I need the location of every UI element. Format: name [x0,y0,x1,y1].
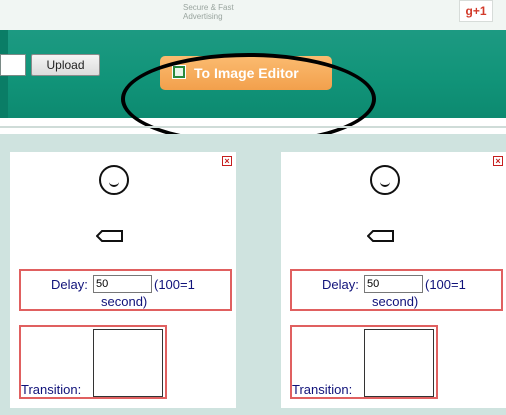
frames-workspace: × Delay: 50 (100=1 second) Transition: × [0,134,506,415]
tag-shape-icon [96,230,123,242]
smiley-icon [370,165,400,195]
smiley-icon [99,165,129,195]
frame-thumbnail[interactable] [337,152,437,252]
delay-hint-second: second) [101,294,148,309]
transition-box: Transition: [19,325,167,399]
google-plus-button[interactable]: g+1 [459,0,493,22]
delay-label: Delay: [51,277,88,292]
delay-hint: (100=1 [425,277,466,292]
delay-box: Delay: 50 (100=1 second) [19,269,232,311]
frame-panel: × Delay: 50 (100=1 second) Transition: [281,152,506,408]
ad-line-1: Secure & Fast [183,3,234,12]
header-bar: Upload To Image Editor [0,30,506,145]
transition-select[interactable] [364,329,434,397]
file-input[interactable] [0,54,26,76]
ad-strip: Secure & Fast Advertising g+1 [0,0,506,30]
frame-panel: × Delay: 50 (100=1 second) Transition: [10,152,236,408]
delay-hint: (100=1 [154,277,195,292]
delay-input[interactable]: 50 [364,275,423,293]
divider [0,126,506,128]
transition-label: Transition: [21,382,82,397]
ad-line-2: Advertising [183,12,223,21]
close-icon[interactable]: × [493,156,503,166]
tag-shape-icon [367,230,394,242]
transition-select[interactable] [93,329,163,397]
delay-hint-second: second) [372,294,419,309]
transition-label: Transition: [292,382,353,397]
highlight-circle [121,53,376,145]
delay-input[interactable]: 50 [93,275,152,293]
close-icon[interactable]: × [222,156,232,166]
transition-box: Transition: [290,325,438,399]
frame-thumbnail[interactable] [66,152,166,252]
delay-box: Delay: 50 (100=1 second) [290,269,503,311]
ad-text[interactable]: Secure & Fast Advertising [183,3,234,21]
delay-label: Delay: [322,277,359,292]
upload-button[interactable]: Upload [31,54,100,76]
